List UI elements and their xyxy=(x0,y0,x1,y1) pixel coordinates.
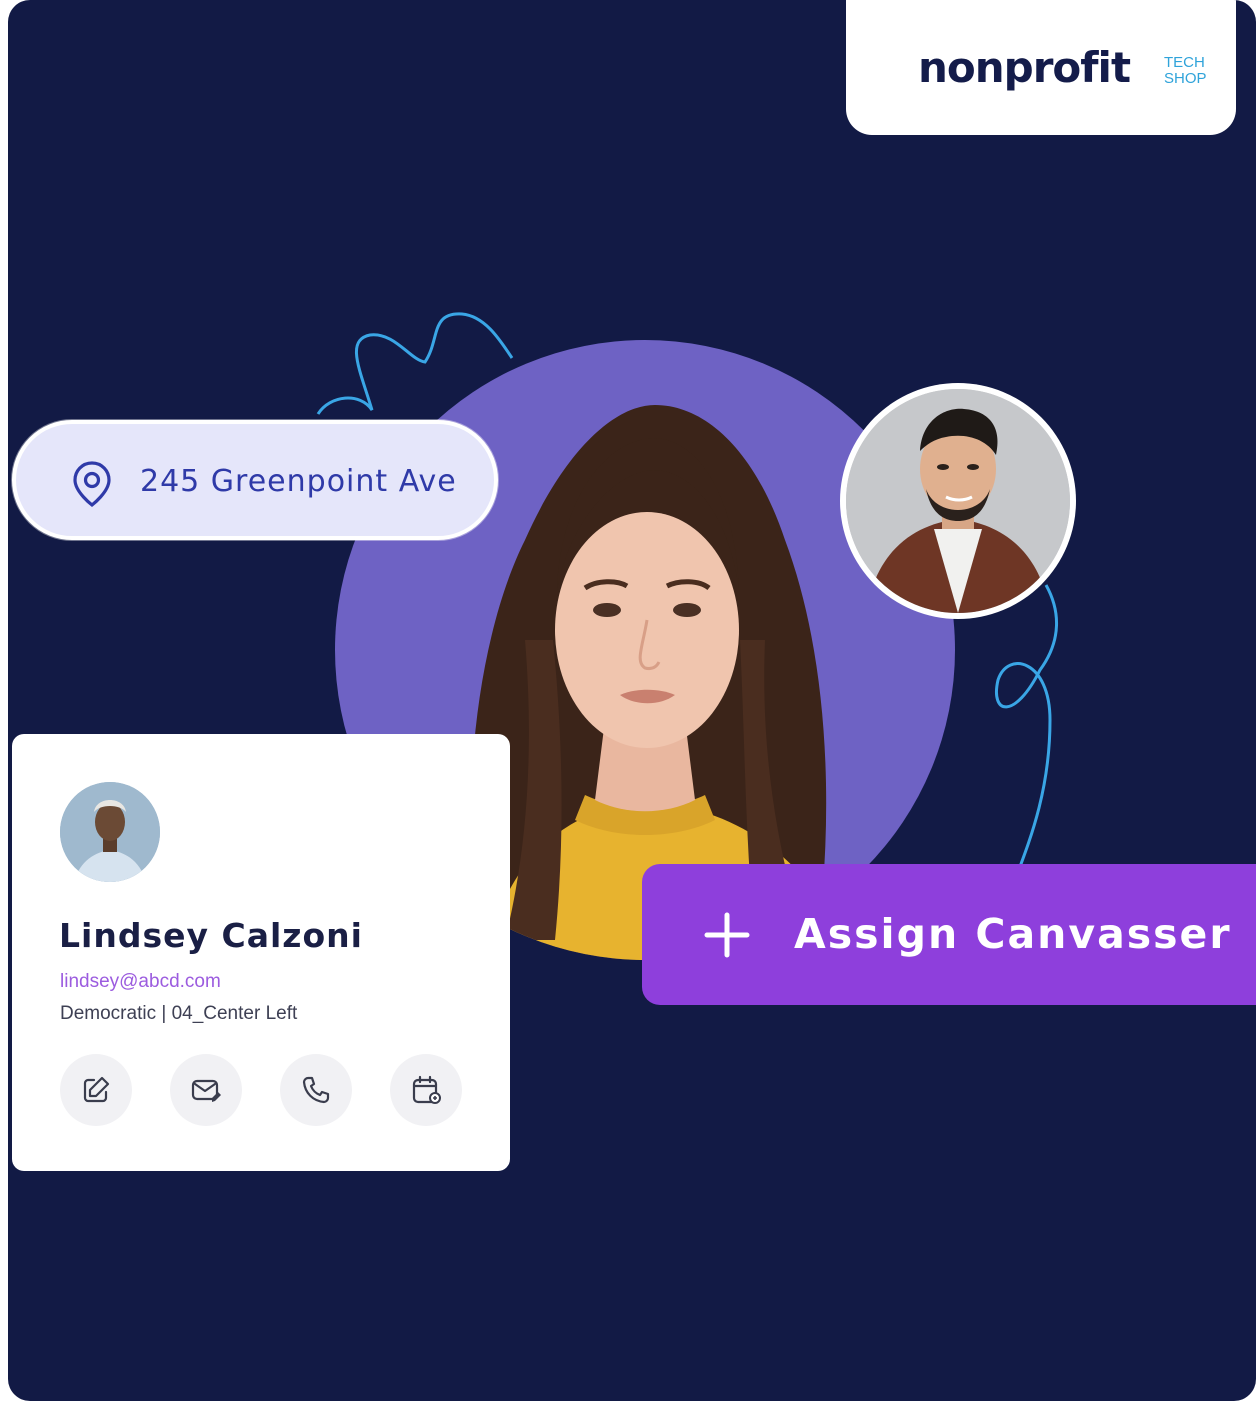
assign-canvasser-button[interactable]: Assign Canvasser xyxy=(642,864,1256,1005)
mail-icon xyxy=(191,1079,221,1102)
location-pin-icon xyxy=(73,461,111,508)
contact-name: Lindsey Calzoni xyxy=(59,916,363,955)
address-text: 245 Greenpoint Ave xyxy=(140,464,457,499)
canvasser-avatar[interactable] xyxy=(840,383,1076,619)
contact-card: Lindsey Calzoni lindsey@abcd.com Democra… xyxy=(12,734,510,1171)
decorative-squiggles xyxy=(316,312,1058,885)
address-pill[interactable]: 245 Greenpoint Ave xyxy=(12,420,498,540)
man-portrait xyxy=(846,389,1070,613)
email-button[interactable] xyxy=(170,1054,242,1126)
phone-icon xyxy=(302,1076,330,1104)
calendar-icon xyxy=(412,1075,441,1104)
schedule-button[interactable] xyxy=(390,1054,462,1126)
assign-canvasser-label: Assign Canvasser xyxy=(794,910,1232,958)
edit-icon xyxy=(83,1076,110,1103)
contact-email[interactable]: lindsey@abcd.com xyxy=(60,970,221,994)
contact-avatar xyxy=(60,782,160,882)
contact-portrait xyxy=(60,782,160,882)
contact-meta: Democratic | 04_Center Left xyxy=(60,1003,298,1024)
call-button[interactable] xyxy=(280,1054,352,1126)
edit-button[interactable] xyxy=(60,1054,132,1126)
plus-icon xyxy=(704,912,750,958)
